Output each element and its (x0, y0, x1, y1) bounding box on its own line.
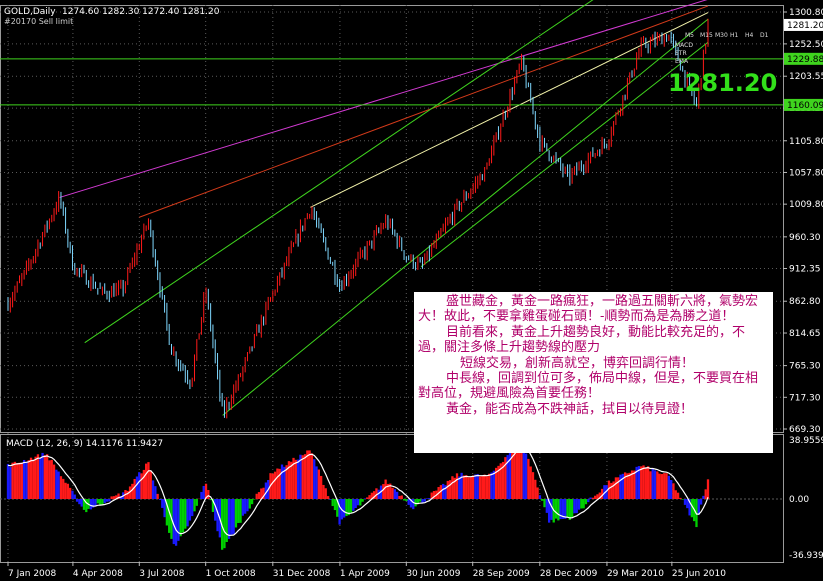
macd-y-tick-label: 38.9559 (789, 436, 823, 446)
annotation-line-2: 目前看來，黃金上升趨勢良好，動能比較充足的，不過，關注多條上升趨勢線的壓力 (418, 324, 746, 356)
indicator-legend-item: MACD (675, 42, 693, 49)
chart-title: GOLD,Daily (4, 7, 56, 17)
x-tick-label: 30 Jun 2009 (406, 569, 460, 579)
macd-y-tick-label: -36.9396 (789, 551, 823, 561)
order-subtitle: #20170 Sell limit (4, 17, 73, 26)
x-tick-label: 1 Oct 2008 (206, 569, 256, 579)
ma-legend-item: M30 (715, 32, 728, 39)
ma-legend-item: D1 (760, 32, 769, 39)
x-tick-label: 28 Dec 2009 (540, 569, 598, 579)
x-tick-label: 4 Apr 2008 (73, 569, 123, 579)
level-tag-label: 1160.09 (787, 101, 823, 111)
ma-legend-item: H1 (730, 32, 739, 39)
y-tick-label: 1057.80 (789, 168, 823, 178)
macd-label: MACD (12, 26, 9) 14.1176 11.9427 (6, 439, 163, 449)
y-tick-label: 1009.80 (789, 200, 823, 210)
ohlc-readout: 1274.60 1282.30 1272.40 1281.20 (62, 7, 220, 17)
annotation-line-5: 黃金，能否成為不跌神話，拭目以待見證！ (446, 401, 694, 417)
level-tag-label: 1229.88 (787, 55, 823, 65)
indicator-legend-item: STR (675, 50, 687, 57)
ma-legend-item: M5 (685, 32, 694, 39)
y-tick-label: 1252.50 (789, 40, 823, 50)
ma-legend-item: M15 (700, 32, 713, 39)
y-tick-label: 1105.80 (789, 137, 823, 147)
x-tick-label: 7 Jan 2008 (8, 569, 56, 579)
annotation-box: 盛世藏金，黃金一路瘋狂，一路過五關斬六將，氣勢宏大！故此，不要拿雞蛋碰石頭！-順… (414, 292, 773, 453)
current-price-tag-label: 1281.20 (787, 21, 823, 31)
x-tick-label: 31 Dec 2008 (273, 569, 331, 579)
macd-y-tick-label: 0.00 (789, 495, 809, 505)
x-tick-label: 28 Sep 2009 (473, 569, 530, 579)
y-tick-label: 1203.55 (789, 72, 823, 82)
y-tick-label: 862.80 (789, 297, 821, 307)
big-price-label: 1281.20 (668, 69, 777, 97)
x-tick-label: 25 Jun 2010 (672, 569, 726, 579)
trendline-yellow (310, 12, 709, 208)
x-tick-label: 3 Jul 2008 (139, 569, 184, 579)
y-tick-label: 1300.80 (789, 8, 823, 18)
macd-panel (0, 439, 783, 550)
y-tick-label: 717.30 (789, 393, 821, 403)
y-tick-label: 814.65 (789, 329, 821, 339)
y-tick-label: 960.30 (789, 233, 821, 243)
indicator-legend-item: EMA (675, 58, 689, 65)
annotation-line-4: 中長線，回調到位可多，佈局中線，但是，不要買在相對高位，規避風險為首要任務！ (418, 371, 759, 402)
y-tick-label: 669.30 (789, 425, 821, 435)
y-tick-label: 912.35 (789, 265, 821, 275)
x-tick-label: 1 Apr 2009 (340, 569, 390, 579)
chart: 1300.801252.501203.551155.201105.801057.… (0, 0, 823, 579)
ma-legend-item: H4 (745, 32, 754, 39)
y-tick-label: 765.30 (789, 362, 821, 372)
annotation-line-3: 短線交易，創新高就空，博弈回調行情！ (460, 355, 695, 371)
x-tick-label: 29 Mar 2010 (607, 569, 664, 579)
annotation-line-1: 盛世藏金，黃金一路瘋狂，一路過五關斬六將，氣勢宏大！故此，不要拿雞蛋碰石頭！-順… (418, 294, 759, 325)
